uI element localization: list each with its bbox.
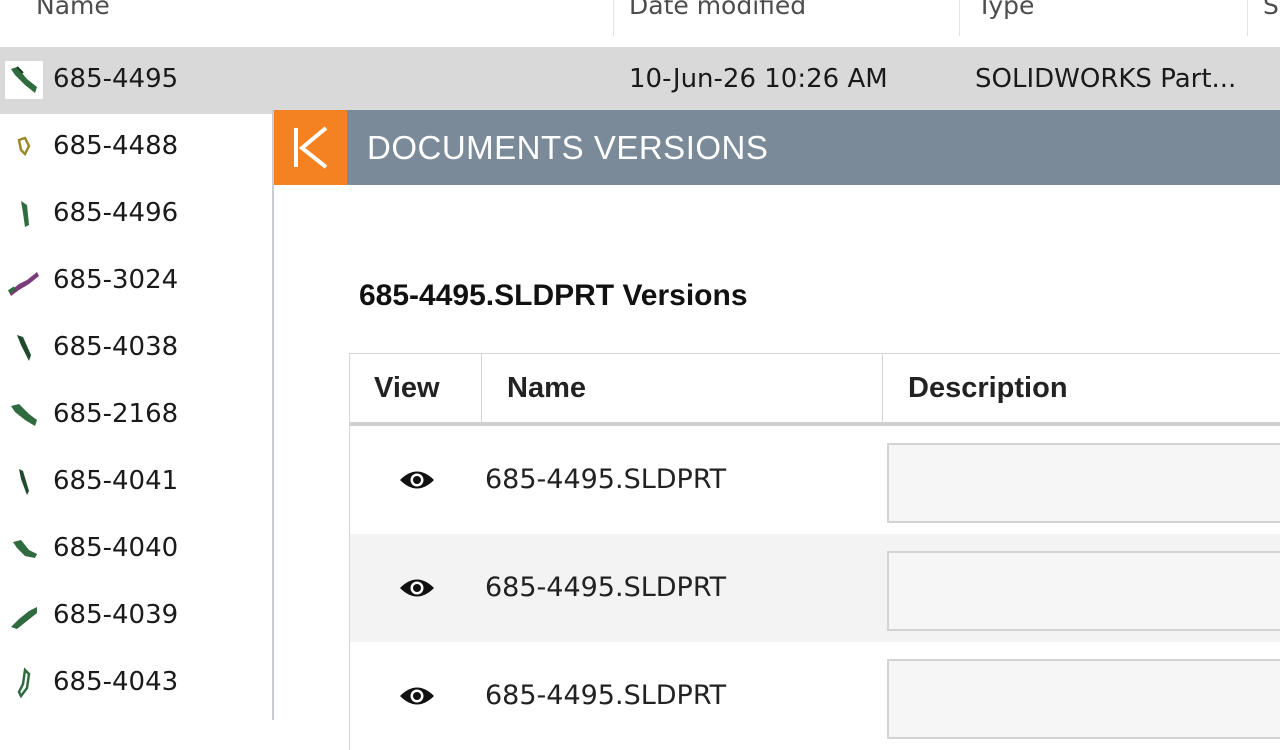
dialog-title: DOCUMENTS VERSIONS — [367, 129, 769, 166]
column-header-description[interactable]: Description — [908, 354, 1068, 422]
file-name: 685-4038 — [53, 332, 179, 362]
k-logo-icon — [274, 110, 347, 185]
solidworks-part-icon — [5, 597, 43, 635]
file-row[interactable]: 685-4495 10-Jun-26 10:26 AM SOLIDWORKS P… — [0, 47, 1280, 114]
solidworks-part-icon — [5, 195, 43, 233]
file-name: 685-3024 — [53, 265, 179, 295]
column-header-name[interactable]: Name — [36, 0, 110, 24]
description-field[interactable] — [887, 659, 1280, 739]
solidworks-part-icon — [5, 128, 43, 166]
version-name: 685-4495.SLDPRT — [485, 680, 727, 711]
file-name: 685-4488 — [53, 131, 179, 161]
file-date-modified: 10-Jun-26 10:26 AM — [629, 64, 888, 94]
column-header-type[interactable]: Type — [977, 0, 1034, 24]
eye-icon[interactable] — [398, 467, 436, 493]
file-type: SOLIDWORKS Part... — [975, 64, 1237, 94]
table-header: View Name Description — [349, 353, 1280, 426]
column-header-name[interactable]: Name — [507, 354, 586, 422]
file-name: 685-4040 — [53, 533, 179, 563]
versions-heading: 685-4495.SLDPRT Versions — [359, 279, 748, 312]
column-divider[interactable] — [959, 0, 960, 36]
eye-icon[interactable] — [398, 575, 436, 601]
file-name: 685-4495 — [53, 64, 179, 94]
file-name: 685-4496 — [53, 198, 179, 228]
file-name: 685-4043 — [53, 667, 179, 697]
dialog-titlebar[interactable]: DOCUMENTS VERSIONS — [274, 110, 1280, 185]
solidworks-part-icon — [5, 396, 43, 434]
solidworks-part-icon — [5, 329, 43, 367]
table-row: 685-4495.SLDPRT — [349, 534, 1280, 642]
eye-icon[interactable] — [398, 683, 436, 709]
column-header-size[interactable]: S — [1263, 0, 1279, 24]
solidworks-part-icon — [5, 61, 43, 99]
file-name: 685-4039 — [53, 600, 179, 630]
solidworks-part-icon — [5, 262, 43, 300]
column-divider[interactable] — [613, 0, 614, 36]
table-row: 685-4495.SLDPRT — [349, 642, 1280, 750]
column-divider — [882, 354, 883, 422]
file-name: 685-2168 — [53, 399, 179, 429]
file-name: 685-4041 — [53, 466, 179, 496]
table-row: 685-4495.SLDPRT — [349, 426, 1280, 534]
version-name: 685-4495.SLDPRT — [485, 572, 727, 603]
versions-table: View Name Description 685-4495.SLDPRT 68… — [349, 353, 1280, 750]
column-divider — [481, 354, 482, 422]
description-field[interactable] — [887, 443, 1280, 523]
solidworks-part-icon — [5, 530, 43, 568]
version-name: 685-4495.SLDPRT — [485, 464, 727, 495]
solidworks-part-icon — [5, 463, 43, 501]
documents-versions-dialog: DOCUMENTS VERSIONS 685-4495.SLDPRT Versi… — [272, 110, 1280, 750]
description-field[interactable] — [887, 551, 1280, 631]
file-list-header: Name Date modified Type S — [0, 0, 1280, 54]
column-header-view[interactable]: View — [374, 354, 440, 422]
solidworks-part-icon — [5, 664, 43, 702]
column-divider[interactable] — [1247, 0, 1248, 36]
column-header-date-modified[interactable]: Date modified — [629, 0, 806, 24]
